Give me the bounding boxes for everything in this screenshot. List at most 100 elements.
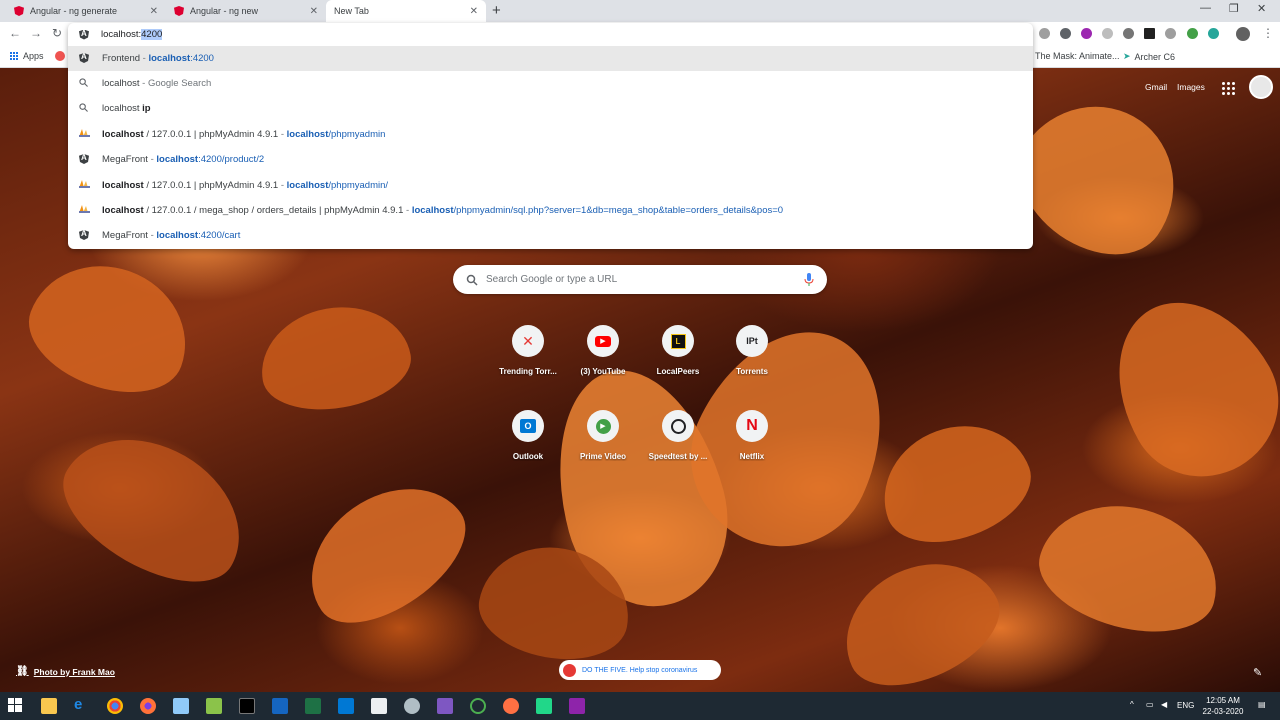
- link-icon: ⛓: [16, 666, 29, 677]
- extension-icon[interactable]: [1123, 28, 1134, 39]
- suggestion-megafront-product[interactable]: MegaFront - localhost:4200/product/2: [68, 147, 1033, 172]
- gmail-link[interactable]: Gmail: [1145, 82, 1167, 92]
- shortcut-localpeers[interactable]: L LocalPeers: [640, 325, 716, 405]
- new-tab-button[interactable]: +: [492, 2, 501, 19]
- tab-angular-ng-generate[interactable]: Angular - ng generate ✕: [6, 0, 166, 22]
- windows-taskbar: e ^ ▭ ◀ ENG 12:05 AM 22-03-2020 ▤: [0, 692, 1280, 720]
- extension-icon[interactable]: [1102, 28, 1113, 39]
- play-icon: ▶: [587, 410, 619, 442]
- edge-icon[interactable]: e: [74, 697, 90, 714]
- shortcut-label: Prime Video: [579, 452, 627, 461]
- powershell-icon[interactable]: [272, 698, 288, 714]
- shortcut-speedtest[interactable]: Speedtest by ...: [640, 410, 716, 490]
- terminal-icon[interactable]: [239, 698, 255, 714]
- chrome-icon[interactable]: [107, 698, 123, 714]
- omnibox-input[interactable]: localhost:4200: [68, 23, 1033, 46]
- shortcut-youtube[interactable]: ▶ (3) YouTube: [565, 325, 641, 405]
- shortcut-netflix[interactable]: N Netflix: [714, 410, 790, 490]
- extension-icon[interactable]: [1039, 28, 1050, 39]
- notifications-icon[interactable]: ▤: [1258, 700, 1266, 709]
- suggestion-google-search[interactable]: localhost - Google Search: [68, 71, 1033, 96]
- shortcut-label: Outlook: [512, 452, 544, 461]
- search-placeholder: Search Google or type a URL: [486, 274, 618, 285]
- extension-icon[interactable]: [1060, 28, 1071, 39]
- extension-icon[interactable]: [1081, 28, 1092, 39]
- menu-kebab-icon[interactable]: ⋮: [1262, 26, 1274, 40]
- extension-icon[interactable]: [1187, 28, 1198, 39]
- back-icon[interactable]: ←: [9, 26, 21, 40]
- microphone-icon[interactable]: [804, 273, 814, 286]
- extension-icon[interactable]: [1165, 28, 1176, 39]
- promo-text: DO THE FIVE. Help stop coronavirus: [582, 666, 698, 674]
- shortcut-outlook[interactable]: O Outlook: [490, 410, 566, 490]
- suggestion-localhost-ip[interactable]: localhost ip: [68, 96, 1033, 121]
- google-apps-icon[interactable]: [1222, 82, 1235, 95]
- bookmark-the-mask[interactable]: The Mask: Animate...: [1035, 51, 1120, 61]
- suggestion-frontend[interactable]: Frontend - localhost:4200: [68, 46, 1033, 71]
- firefox-icon[interactable]: [140, 698, 156, 714]
- document-icon[interactable]: [371, 698, 387, 714]
- app-icon[interactable]: [470, 698, 486, 714]
- shortcut-prime-video[interactable]: ▶ Prime Video: [565, 410, 641, 490]
- extension-icon[interactable]: [1208, 28, 1219, 39]
- phpmyadmin-icon: [79, 180, 90, 188]
- outlook-taskbar-icon[interactable]: [338, 698, 354, 714]
- suggestion-phpmyadmin-slash[interactable]: localhost / 127.0.0.1 | phpMyAdmin 4.9.1…: [68, 173, 1033, 198]
- ntp-search-box[interactable]: Search Google or type a URL: [453, 265, 827, 294]
- shortcut-label: (3) YouTube: [580, 367, 626, 376]
- bookmark-archer-c6[interactable]: ➤ Archer C6: [1123, 51, 1175, 62]
- account-avatar[interactable]: [1249, 75, 1273, 99]
- images-link[interactable]: Images: [1177, 82, 1205, 92]
- network-icon[interactable]: ▭: [1146, 700, 1154, 709]
- customize-pencil-icon[interactable]: ✎: [1253, 666, 1262, 679]
- postman-icon[interactable]: [503, 698, 519, 714]
- tab-new-tab[interactable]: New Tab ✕: [326, 0, 486, 22]
- phpmyadmin-icon: [79, 129, 90, 137]
- window-close-icon[interactable]: ✕: [1257, 2, 1266, 15]
- reload-icon[interactable]: ↻: [52, 26, 62, 40]
- language-indicator[interactable]: ENG: [1177, 701, 1194, 710]
- app-icon[interactable]: [173, 698, 189, 714]
- close-tab-icon[interactable]: ✕: [150, 6, 158, 17]
- camtasia-icon[interactable]: [536, 698, 552, 714]
- suggestion-megafront-cart[interactable]: MegaFront - localhost:4200/cart: [68, 223, 1033, 248]
- profile-avatar-icon[interactable]: [1236, 27, 1250, 41]
- tab-title: Angular - ng generate: [30, 6, 118, 16]
- minimize-icon[interactable]: —: [1200, 2, 1211, 14]
- shortcut-trending-torrents[interactable]: ✕ Trending Torr...: [490, 325, 566, 405]
- tab-angular-ng-new[interactable]: Angular - ng new ✕: [166, 0, 326, 22]
- restore-icon[interactable]: ❐: [1229, 2, 1239, 15]
- suggestion-phpmyadmin-sql[interactable]: localhost / 127.0.0.1 / mega_shop / orde…: [68, 198, 1033, 223]
- close-tab-icon[interactable]: ✕: [470, 6, 478, 17]
- notepad-icon[interactable]: [206, 698, 222, 714]
- angular-icon: [79, 53, 89, 63]
- visual-studio-icon[interactable]: [437, 698, 453, 714]
- bookmark-apps[interactable]: Apps: [10, 51, 44, 61]
- extension-icon[interactable]: [1144, 28, 1155, 39]
- tray-chevron-icon[interactable]: ^: [1130, 700, 1134, 709]
- search-icon: [79, 78, 88, 87]
- shortcut-label: Torrents: [736, 367, 768, 376]
- shortcut-label: Netflix: [739, 452, 765, 461]
- clock-date[interactable]: 22-03-2020: [1198, 707, 1248, 716]
- bookmark-favicon-icon[interactable]: [55, 51, 65, 61]
- promo-banner[interactable]: DO THE FIVE. Help stop coronavirus: [559, 660, 721, 680]
- clock-time[interactable]: 12:05 AM: [1198, 696, 1248, 705]
- shortcut-x-icon: ✕: [512, 325, 544, 357]
- volume-icon[interactable]: ◀: [1161, 700, 1167, 709]
- photo-credit-link[interactable]: ⛓ Photo by Frank Mao: [16, 666, 115, 677]
- localpeers-icon: L: [662, 325, 694, 357]
- forward-icon[interactable]: →: [30, 26, 42, 40]
- excel-icon[interactable]: [305, 698, 321, 714]
- suggestion-phpmyadmin[interactable]: localhost / 127.0.0.1 | phpMyAdmin 4.9.1…: [68, 122, 1033, 147]
- omnibox-text: localhost:4200: [101, 29, 163, 40]
- app-icon[interactable]: [404, 698, 420, 714]
- phpmyadmin-icon: [79, 205, 90, 213]
- windows-start-icon[interactable]: [8, 698, 24, 714]
- close-tab-icon[interactable]: ✕: [310, 6, 318, 17]
- phpstorm-icon[interactable]: [569, 698, 585, 714]
- file-explorer-icon[interactable]: [41, 698, 57, 714]
- iptorrents-icon: IPt: [736, 325, 768, 357]
- outlook-icon: O: [512, 410, 544, 442]
- shortcut-torrents[interactable]: IPt Torrents: [714, 325, 790, 405]
